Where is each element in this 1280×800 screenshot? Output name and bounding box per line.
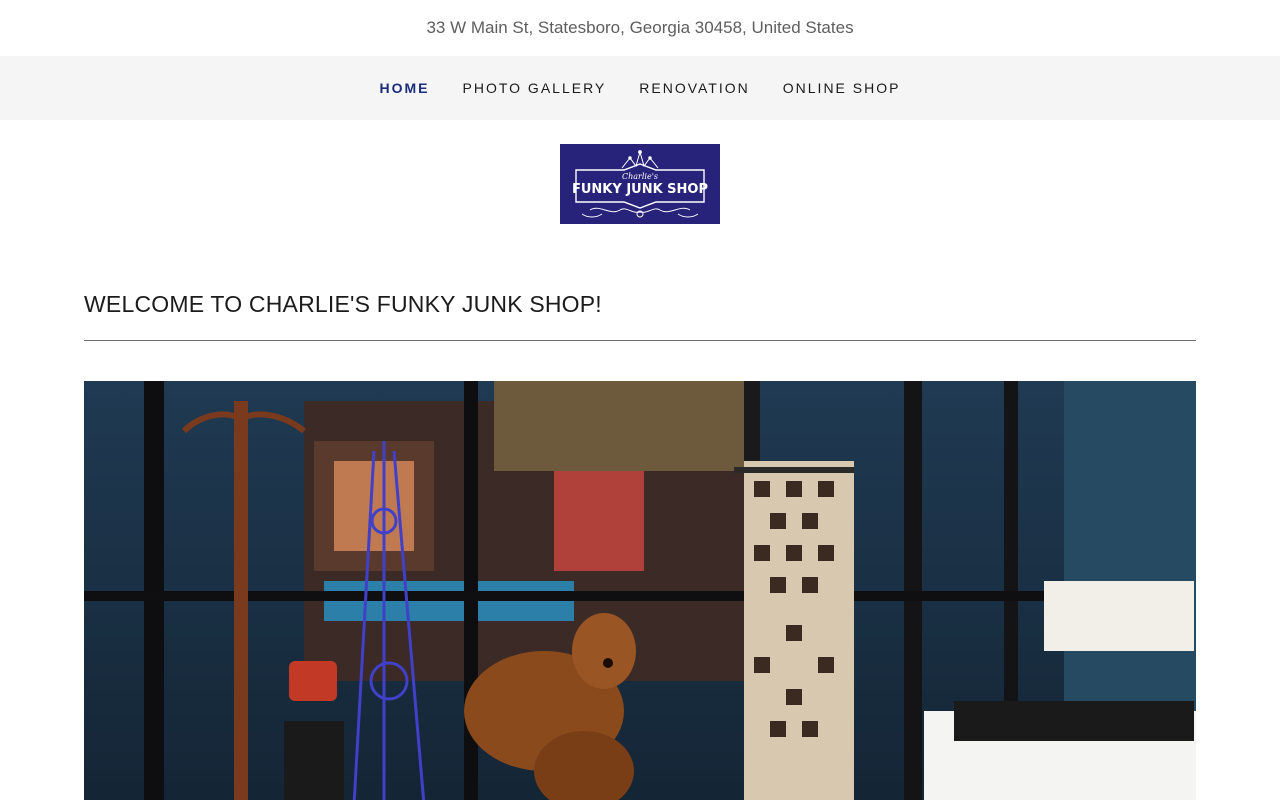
address-bar: 33 W Main St, Statesboro, Georgia 30458,… (0, 0, 1280, 56)
nav-item-home[interactable]: HOME (380, 80, 430, 96)
main-nav: HOME PHOTO GALLERY RENOVATION ONLINE SHO… (0, 56, 1280, 120)
nav-item-renovation[interactable]: RENOVATION (639, 80, 750, 96)
logo-main-text: FUNKY JUNK SHOP (572, 182, 708, 197)
title-divider (84, 340, 1196, 341)
main-content: WELCOME TO CHARLIE'S FUNKY JUNK SHOP! (84, 286, 1196, 800)
hero-photo (84, 381, 1196, 800)
page-title: WELCOME TO CHARLIE'S FUNKY JUNK SHOP! (84, 291, 602, 317)
nav-item-online-shop[interactable]: ONLINE SHOP (783, 80, 901, 96)
nav-item-photo-gallery[interactable]: PHOTO GALLERY (463, 80, 607, 96)
shop-logo[interactable]: Charlie's FUNKY JUNK SHOP (560, 144, 720, 224)
logo-script-text: Charlie's (622, 172, 658, 181)
logo-area: Charlie's FUNKY JUNK SHOP (0, 120, 1280, 248)
store-address: 33 W Main St, Statesboro, Georgia 30458,… (426, 18, 854, 37)
